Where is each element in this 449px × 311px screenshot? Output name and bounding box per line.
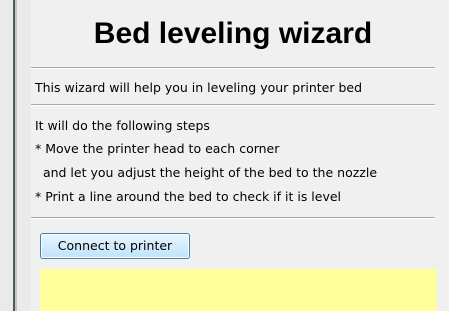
- steps-separator: [31, 217, 435, 219]
- wizard-intro-text: This wizard will help you in leveling yo…: [35, 80, 363, 95]
- step-1-line-2: and let you adjust the height of the bed…: [35, 165, 378, 180]
- intro-separator: [31, 104, 435, 106]
- status-message-area: [40, 269, 437, 311]
- wizard-panel: Bed leveling wizard This wizard will hel…: [31, 0, 449, 311]
- connect-to-printer-button[interactable]: Connect to printer: [40, 233, 190, 259]
- step-2-text: * Print a line around the bed to check i…: [35, 189, 342, 204]
- steps-header-text: It will do the following steps: [35, 118, 210, 133]
- window-left-frame: [0, 0, 31, 311]
- wizard-title: Bed leveling wizard: [93, 17, 373, 50]
- frame-divider-highlight: [15, 0, 17, 311]
- step-1-line-1: * Move the printer head to each corner: [35, 141, 280, 156]
- title-separator: [31, 67, 435, 69]
